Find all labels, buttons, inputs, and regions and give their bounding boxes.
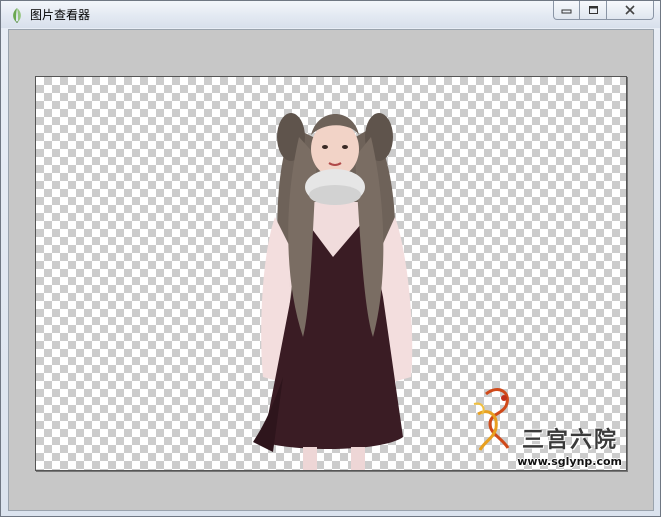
phoenix-logo-icon (473, 388, 510, 451)
image-viewer-window: 图片查看器 三宫六院 www.sglynp.com (0, 0, 661, 517)
maximize-icon (588, 6, 598, 14)
title-bar[interactable]: 图片查看器 (1, 1, 660, 28)
maximize-button[interactable] (580, 1, 607, 20)
character-image (253, 113, 413, 470)
watermark-text: 三宫六院 (521, 427, 618, 453)
caption-buttons (553, 1, 654, 20)
minimize-icon (561, 9, 572, 14)
watermark-url: www.sglynp.com (517, 455, 622, 468)
minimize-button[interactable] (553, 1, 580, 20)
watermark: 三宫六院 www.sglynp.com (468, 384, 626, 470)
close-icon (625, 5, 635, 15)
leaf-app-icon (13, 8, 21, 23)
close-button[interactable] (607, 1, 654, 20)
image-canvas[interactable]: 三宫六院 www.sglynp.com (35, 76, 627, 471)
viewer-client-area: 三宫六院 www.sglynp.com (8, 29, 654, 511)
window-title: 图片查看器 (30, 8, 91, 22)
